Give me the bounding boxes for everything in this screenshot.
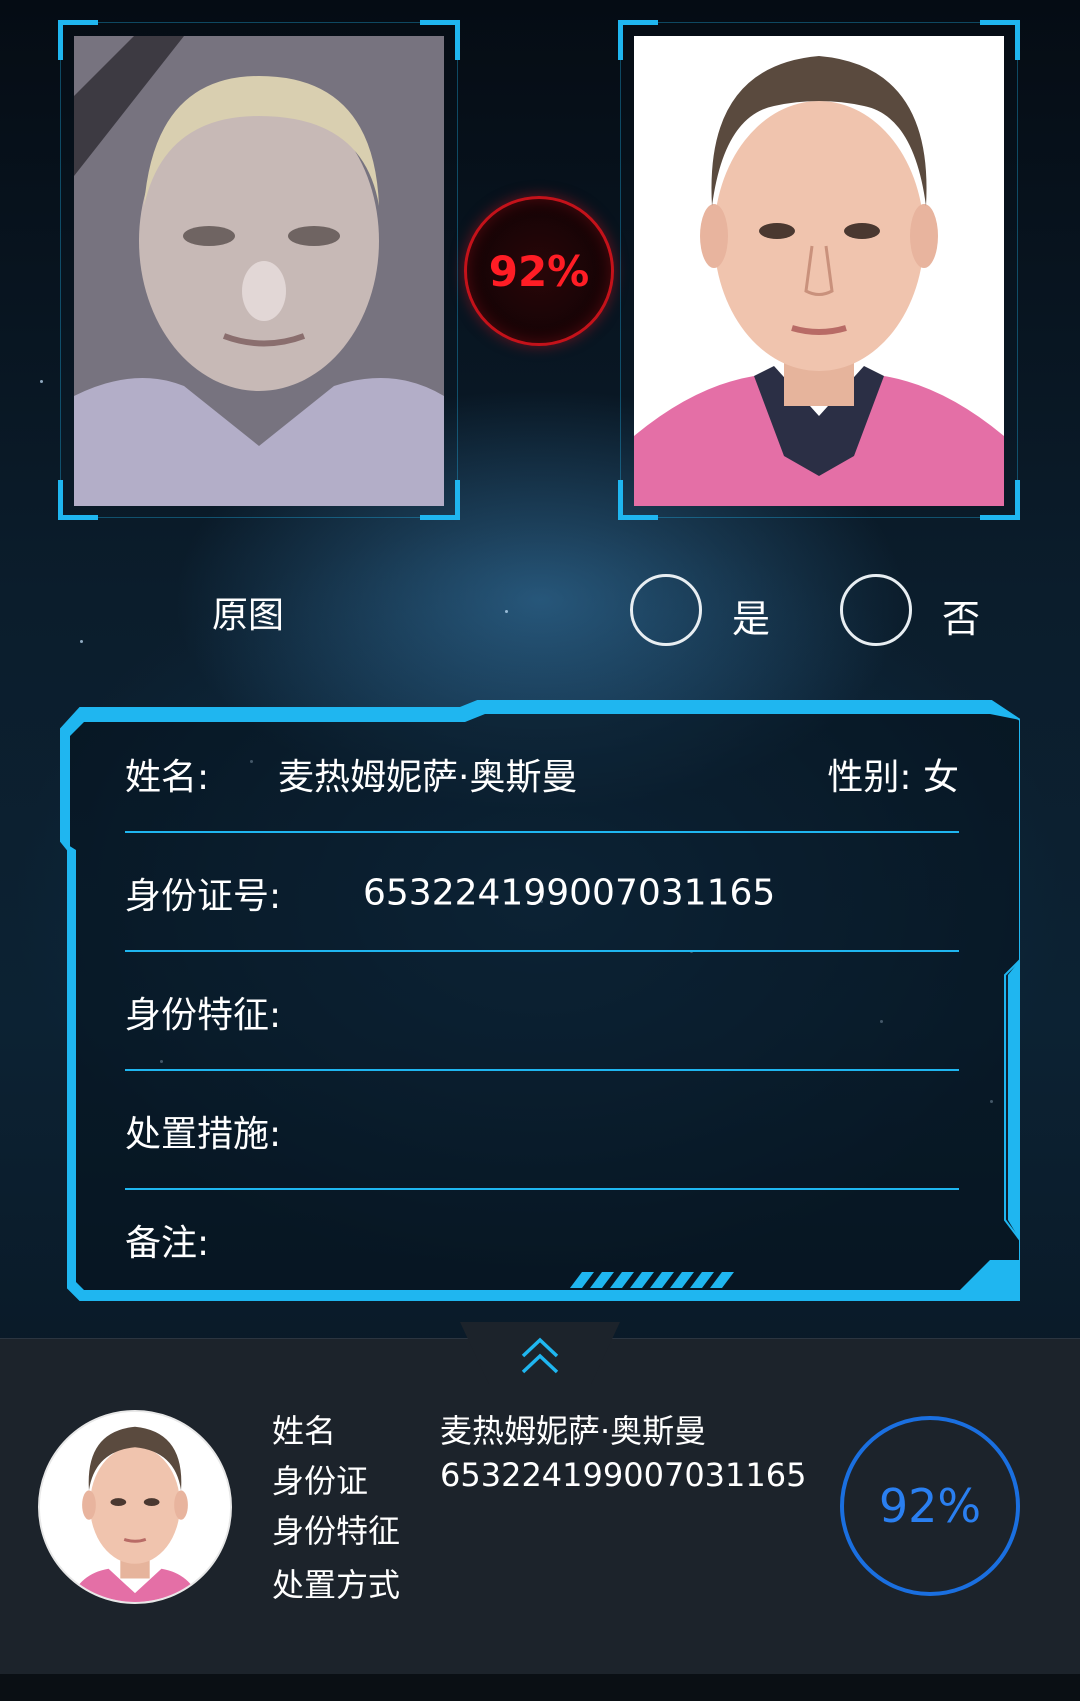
chevron-up-icon[interactable] [515,1334,565,1378]
match-yes-label[interactable]: 是 [732,588,770,643]
bottom-edge-bar [0,1674,1080,1701]
sheet-id-label: 身份证 [272,1462,369,1500]
frame-edge [60,60,61,480]
id-number-label: 身份证号: [125,875,282,917]
id-photo[interactable] [634,36,1004,506]
id-photo-frame [618,20,1020,520]
name-label: 姓名: [125,756,210,798]
name-value: 麦热姆妮萨·奥斯曼 [278,756,578,798]
original-image-label: 原图 [212,595,285,636]
frame-edge [620,60,621,480]
sheet-name-value: 麦热姆妮萨·奥斯曼 [440,1412,707,1450]
sheet-features-label: 身份特征 [272,1512,401,1550]
original-photo[interactable] [74,36,444,506]
frame-edge [658,22,980,23]
features-label: 身份特征: [125,994,282,1036]
frame-edge [98,517,420,518]
id-face-image [634,36,1004,506]
sheet-score-text: 92% [878,1479,982,1533]
notes-label: 备注: [125,1223,210,1264]
match-no-label[interactable]: 否 [942,588,980,643]
notes-row: 备注: [125,1190,959,1290]
match-score-badge: 92% [464,196,614,346]
frame-edge [658,517,980,518]
features-row: 身份特征: [125,952,959,1071]
frame-edge [1017,60,1018,480]
result-avatar[interactable] [38,1410,232,1604]
star-decoration [505,610,508,613]
sheet-name-label: 姓名 [272,1412,337,1450]
measures-label: 处置措施: [125,1113,282,1155]
avatar-face-image [40,1412,230,1602]
sheet-score-circle: 92% [840,1416,1020,1596]
id-number-value: 653224199007031165 [363,872,776,913]
star-decoration [80,640,83,643]
gender-value: 性别: 女 [827,756,959,798]
frame-edge [457,60,458,480]
person-info-panel: 姓名: 麦热姆妮萨·奥斯曼 性别: 女 身份证号: 65322419900703… [60,700,1020,1308]
original-face-image [74,36,444,506]
measures-row: 处置措施: [125,1071,959,1190]
frame-edge [98,22,420,23]
star-decoration [40,380,43,383]
original-photo-frame [58,20,460,520]
sheet-id-value: 653224199007031165 [440,1456,807,1494]
match-no-radio[interactable] [840,574,912,646]
sheet-method-label: 处置方式 [272,1566,401,1604]
match-yes-radio[interactable] [630,574,702,646]
id-number-row: 身份证号: 653224199007031165 [125,833,959,952]
name-row: 姓名: 麦热姆妮萨·奥斯曼 性别: 女 [125,714,959,833]
match-score-text: 92% [488,246,590,296]
